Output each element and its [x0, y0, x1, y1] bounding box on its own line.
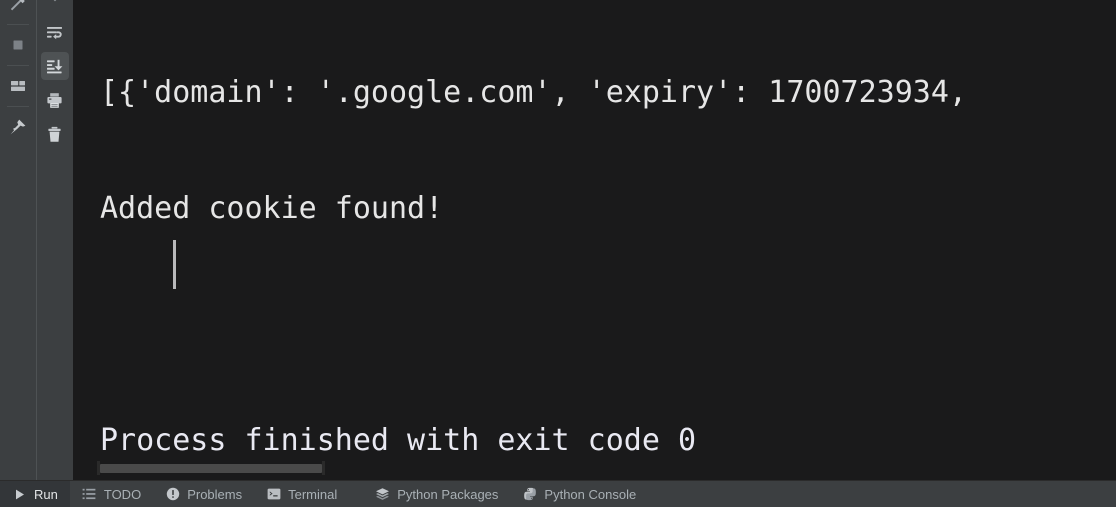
tool-tab-run[interactable]: Run	[0, 481, 70, 507]
console-output-text: [{'domain': '.google.com', 'expiry': 170…	[100, 6, 967, 480]
gutter-divider	[6, 106, 29, 107]
tool-tab-label: TODO	[103, 486, 142, 502]
pin-icon[interactable]	[4, 113, 32, 141]
tool-tab-python-console[interactable]: Python Console	[510, 481, 648, 507]
tool-tab-terminal[interactable]: Terminal	[254, 481, 349, 507]
tool-window-bar: Run TODO Problems Terminal Python Packag…	[0, 480, 1116, 507]
stop-icon[interactable]	[4, 31, 32, 59]
build-icon[interactable]	[4, 0, 32, 18]
gutter-divider	[6, 65, 29, 66]
terminal-icon	[266, 487, 281, 502]
console-output-panel[interactable]: [{'domain': '.google.com', 'expiry': 170…	[73, 0, 1116, 480]
gutter-column-secondary	[35, 0, 73, 480]
print-icon[interactable]	[41, 86, 69, 114]
tool-tab-label: Problems	[187, 486, 243, 502]
scrollbar-right-cap	[322, 461, 325, 475]
console-caret	[173, 240, 176, 289]
python-packages-icon	[375, 487, 390, 502]
trash-icon[interactable]	[41, 120, 69, 148]
ide-run-tool-window: [{'domain': '.google.com', 'expiry': 170…	[0, 0, 1116, 507]
tool-tab-problems[interactable]: Problems	[153, 481, 254, 507]
tool-tab-label: Terminal	[288, 486, 338, 502]
tool-tab-label: Run	[34, 486, 58, 502]
tool-bar-spacer	[349, 481, 363, 507]
tool-tab-python-packages[interactable]: Python Packages	[363, 481, 510, 507]
chevron-down-icon[interactable]	[41, 0, 69, 12]
tool-tab-todo[interactable]: TODO	[70, 481, 153, 507]
run-window-gutter-toolbar	[0, 0, 73, 480]
run-icon	[12, 487, 27, 502]
python-console-icon	[522, 487, 537, 502]
todo-icon	[82, 487, 97, 502]
gutter-column-primary	[0, 0, 36, 480]
horizontal-scrollbar-thumb[interactable]	[100, 464, 322, 473]
gutter-divider	[6, 24, 29, 25]
layout-icon[interactable]	[4, 72, 32, 100]
problems-icon	[165, 487, 180, 502]
tool-tab-label: Python Console	[544, 486, 637, 502]
scroll-to-end-icon[interactable]	[40, 52, 69, 80]
soft-wrap-icon[interactable]	[41, 18, 69, 46]
console-line: [{'domain': '.google.com', 'expiry': 170…	[100, 75, 967, 110]
console-line: Added cookie found!	[100, 191, 444, 226]
tool-tab-label: Python Packages	[397, 486, 499, 502]
